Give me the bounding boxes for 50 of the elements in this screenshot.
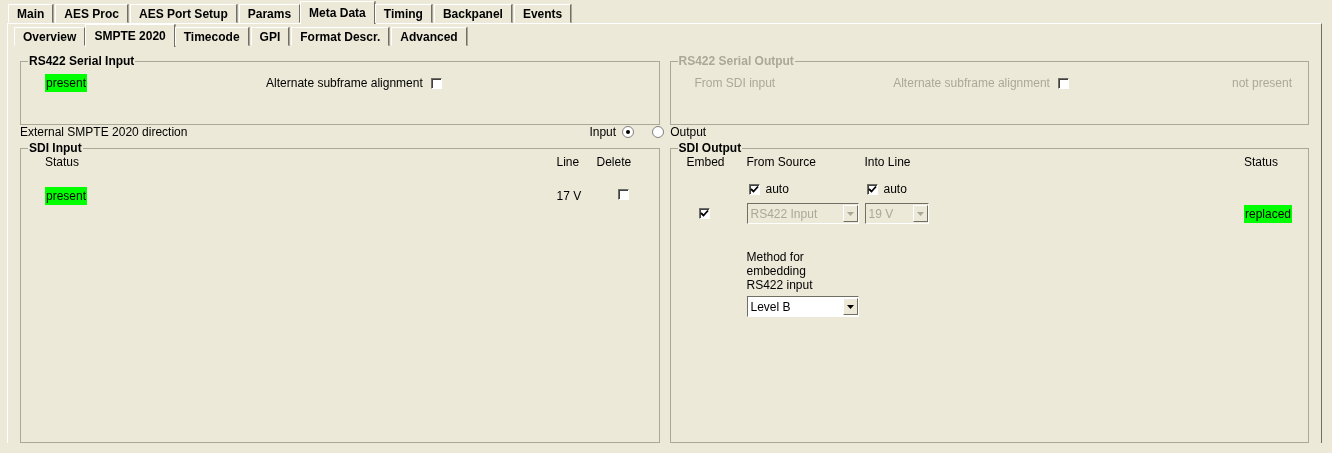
radio-label: Input [589, 125, 617, 139]
checkbox-label: auto [765, 182, 789, 196]
caret-icon [846, 304, 854, 309]
tab[interactable]: Advanced [391, 27, 467, 46]
group-title: SDI Input [28, 141, 83, 155]
column-header: Status [45, 155, 81, 171]
dropdown[interactable]: Level B [746, 296, 859, 317]
radio-button[interactable] [652, 126, 665, 138]
checkbox-label: Alternate subframe alignment [266, 76, 423, 90]
tab[interactable]: AES Port Setup [130, 4, 237, 23]
checkbox[interactable] [866, 183, 878, 195]
checkbox[interactable] [748, 183, 760, 195]
tab[interactable]: Main [8, 4, 54, 23]
method-label: Method for embedding RS422 input [746, 250, 814, 292]
column-header: Status [1243, 155, 1279, 171]
line-value: 17 V [556, 189, 583, 203]
status-label: present [45, 187, 88, 205]
direction-label: External SMPTE 2020 direction [20, 125, 188, 139]
column-header: Embed [686, 155, 726, 171]
column-header: Delete [596, 155, 633, 171]
group-title: RS422 Serial Output [677, 54, 795, 68]
tab[interactable]: Meta Data [300, 1, 375, 24]
status-label: replaced [1243, 204, 1292, 223]
checkbox-label: auto [883, 182, 907, 196]
tab[interactable]: Timing [374, 4, 432, 23]
column-header: Line [556, 155, 581, 171]
caret-icon [916, 211, 924, 216]
group-title: SDI Output [677, 141, 743, 155]
status-label: present [45, 74, 88, 92]
tab[interactable]: Backpanel [433, 4, 512, 23]
tab[interactable]: Format Descr. [291, 27, 390, 46]
caret-icon [846, 211, 854, 216]
tab[interactable]: Params [238, 4, 301, 23]
tab[interactable]: SMPTE 2020 [85, 24, 175, 47]
status-label: not present [1231, 76, 1292, 90]
tab[interactable]: AES Proc [55, 4, 129, 23]
column-header: From Source [746, 155, 817, 171]
group-title: RS422 Serial Input [28, 54, 136, 68]
tab[interactable]: Timecode [174, 27, 249, 46]
tab[interactable]: Overview [14, 27, 86, 46]
source-label: From SDI input [694, 76, 776, 90]
column-header: Into Line [864, 155, 912, 171]
radio-button[interactable] [622, 126, 635, 138]
radio-label: Output [670, 125, 707, 139]
tab[interactable]: Events [513, 4, 572, 23]
checkbox-label: Alternate subframe alignment [893, 76, 1050, 90]
tab[interactable]: GPI [250, 27, 290, 46]
checkbox[interactable] [698, 207, 710, 219]
checkbox[interactable] [430, 77, 442, 89]
checkbox[interactable] [618, 189, 629, 200]
